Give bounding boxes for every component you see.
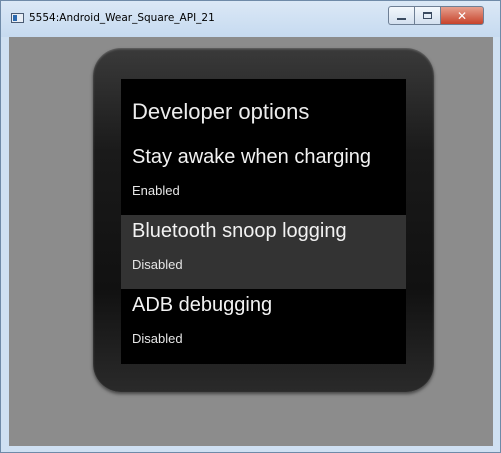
screen-title: Developer options <box>132 99 310 124</box>
option-stay-awake[interactable]: Stay awake when charging Enabled <box>121 141 406 215</box>
option-title: ADB debugging <box>132 294 273 316</box>
minimize-button[interactable] <box>388 6 414 25</box>
close-icon: ✕ <box>456 8 468 23</box>
close-button[interactable]: ✕ <box>440 6 484 25</box>
watch-screen[interactable]: Developer options Stay awake when chargi… <box>121 79 406 364</box>
option-status: Disabled <box>132 257 183 272</box>
minimize-icon <box>397 17 406 20</box>
app-window-icon <box>11 13 24 23</box>
window-controls: ✕ <box>388 6 484 26</box>
maximize-button[interactable] <box>414 6 440 25</box>
title-bar[interactable]: 5554:Android_Wear_Square_API_21 ✕ <box>1 1 500 37</box>
option-status: Disabled <box>132 331 183 346</box>
option-status: Enabled <box>132 183 180 198</box>
option-bluetooth-snoop[interactable]: Bluetooth snoop logging Disabled <box>121 215 406 289</box>
option-title: Stay awake when charging <box>132 146 372 168</box>
window-title: 5554:Android_Wear_Square_API_21 <box>29 12 215 24</box>
option-adb-debugging[interactable]: ADB debugging Disabled <box>121 289 406 363</box>
option-title: Bluetooth snoop logging <box>132 220 347 242</box>
maximize-icon <box>423 12 432 19</box>
emulator-window: 5554:Android_Wear_Square_API_21 ✕ Develo… <box>0 0 501 453</box>
emulator-client-area: Developer options Stay awake when chargi… <box>9 37 493 446</box>
